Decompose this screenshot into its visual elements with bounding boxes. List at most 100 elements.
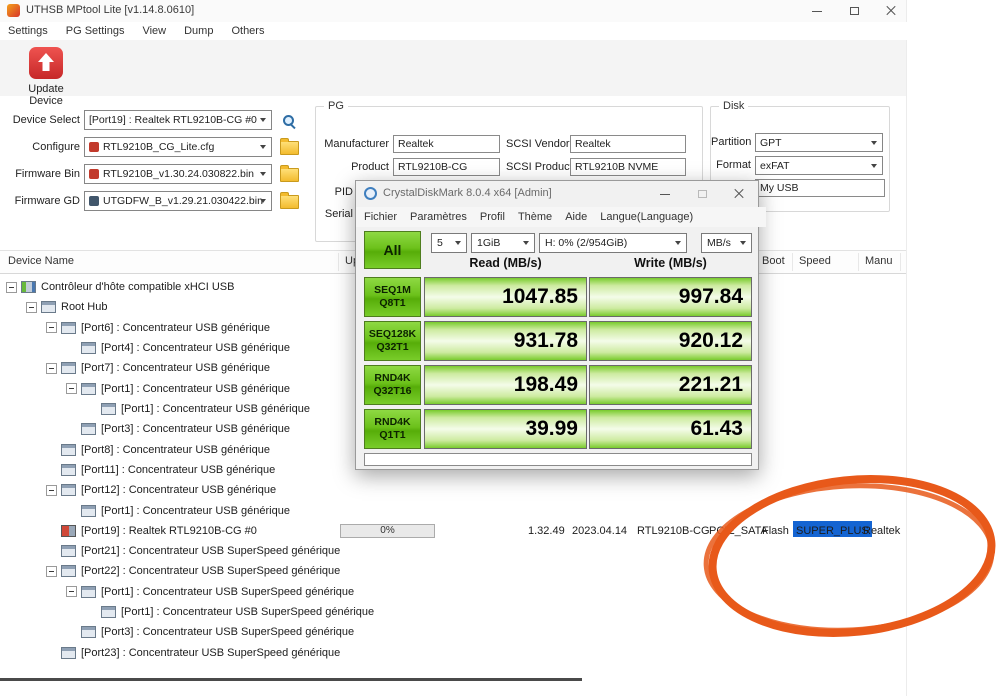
- cdm-write-value: 920.12: [589, 321, 752, 361]
- tree-item[interactable]: [Port12] : Concentrateur USB générique: [0, 480, 906, 500]
- cdm-write-value: 221.21: [589, 365, 752, 405]
- usb-hub-icon: [81, 423, 96, 435]
- tree-item[interactable]: [Port1] : Concentrateur USB générique: [0, 501, 906, 521]
- usb-hub-icon: [61, 444, 76, 456]
- tree-item[interactable]: [Port21] : Concentrateur USB SuperSpeed …: [0, 541, 906, 561]
- mode-value: PCIE_SATA: [709, 521, 768, 541]
- cdm-menubar: Fichier Paramètres Profil Thème Aide Langue(L…: [356, 207, 766, 227]
- usb-controller-icon: [21, 281, 36, 293]
- collapse-toggle-icon[interactable]: [66, 586, 77, 597]
- browse-firmware-gd-button[interactable]: [277, 191, 301, 213]
- search-device-button[interactable]: [276, 109, 300, 131]
- cdm-comment-input[interactable]: [364, 453, 752, 466]
- firmware-bin-value: RTL9210B_v1.30.24.030822.bin: [103, 168, 268, 180]
- cdm-menu-item-aide[interactable]: Aide: [565, 211, 587, 223]
- disk-group-title: Disk: [719, 100, 748, 112]
- folder-icon: [280, 195, 299, 209]
- cdm-test-button-rnd4k-q1t1[interactable]: RND4KQ1T1: [364, 409, 421, 449]
- firmware-bin-combo[interactable]: RTL9210B_v1.30.24.030822.bin: [84, 164, 272, 184]
- cdm-loops-combo[interactable]: 5: [431, 233, 467, 253]
- cdm-close-button[interactable]: [722, 183, 756, 205]
- scsi-product-field[interactable]: RTL9210B NVME: [570, 158, 686, 176]
- search-icon: [283, 115, 294, 126]
- browse-configure-button[interactable]: [277, 137, 301, 159]
- chevron-down-icon: [260, 199, 266, 203]
- minimize-button[interactable]: [800, 0, 834, 22]
- format-combo[interactable]: exFAT: [755, 156, 883, 175]
- cdm-test-button-rnd4k-q32t16[interactable]: RND4KQ32T16: [364, 365, 421, 405]
- cdm-read-value: 931.78: [424, 321, 587, 361]
- usb-hub-icon: [81, 626, 96, 638]
- cdm-maximize-button[interactable]: [685, 183, 719, 205]
- maximize-button[interactable]: [837, 0, 871, 22]
- column-boot[interactable]: Boot: [762, 255, 785, 267]
- cdm-target-combo[interactable]: H: 0% (2/954GiB): [539, 233, 687, 253]
- cdm-size-combo[interactable]: 1GiB: [471, 233, 535, 253]
- close-button[interactable]: [874, 0, 908, 22]
- cdm-minimize-button[interactable]: [648, 183, 682, 205]
- tree-item[interactable]: [Port1] : Concentrateur USB SuperSpeed g…: [0, 582, 906, 602]
- collapse-toggle-icon[interactable]: [46, 322, 57, 333]
- scsi-vendor-field[interactable]: Realtek: [570, 135, 686, 153]
- firmware-gd-combo[interactable]: UTGDFW_B_v1.29.21.030422.bin: [84, 191, 272, 211]
- usb-hub-icon: [61, 362, 76, 374]
- fw-version-value: 1.32.49: [528, 521, 565, 541]
- cdm-menu-item-profil[interactable]: Profil: [480, 211, 505, 223]
- column-manu[interactable]: Manu: [865, 255, 893, 267]
- column-speed[interactable]: Speed: [799, 255, 831, 267]
- collapse-toggle-icon[interactable]: [26, 302, 37, 313]
- collapse-toggle-icon[interactable]: [46, 485, 57, 496]
- horizontal-scrollbar[interactable]: [0, 678, 582, 681]
- menu-item-view[interactable]: View: [142, 25, 166, 37]
- product-field[interactable]: RTL9210B-CG: [393, 158, 500, 176]
- cdm-read-value: 198.49: [424, 365, 587, 405]
- cdm-all-button[interactable]: All: [364, 231, 421, 269]
- speed-badge: SUPER_PLUS: [793, 521, 872, 537]
- device-select-combo[interactable]: [Port19] : Realtek RTL9210B-CG #0: [84, 110, 272, 130]
- browse-firmware-bin-button[interactable]: [277, 164, 301, 186]
- menu-item-pg-settings[interactable]: PG Settings: [66, 25, 125, 37]
- device-select-label: Device Select: [0, 114, 80, 126]
- usb-hub-icon: [61, 647, 76, 659]
- cdm-target-value: H: 0% (2/954GiB): [545, 237, 627, 249]
- column-device-name[interactable]: Device Name: [8, 255, 74, 267]
- cdm-menu-item-fichier[interactable]: Fichier: [364, 211, 397, 223]
- cdm-test-button-seq1m-q8t1[interactable]: SEQ1MQ8T1: [364, 277, 421, 317]
- header-separator: [792, 253, 793, 271]
- menu-item-settings[interactable]: Settings: [8, 25, 48, 37]
- menu-item-others[interactable]: Others: [231, 25, 264, 37]
- tree-item[interactable]: [Port22] : Concentrateur USB SuperSpeed …: [0, 561, 906, 581]
- menu-item-dump[interactable]: Dump: [184, 25, 213, 37]
- cdm-menu-item-langue-language-[interactable]: Langue(Language): [600, 211, 693, 223]
- tree-item-label: [Port12] : Concentrateur USB générique: [81, 484, 276, 496]
- collapse-toggle-icon[interactable]: [46, 566, 57, 577]
- chevron-down-icon: [260, 145, 266, 149]
- update-device-button[interactable]: Update Device: [14, 46, 78, 94]
- tree-item-label: [Port3] : Concentrateur USB SuperSpeed g…: [101, 626, 354, 638]
- tree-item[interactable]: [Port1] : Concentrateur USB SuperSpeed g…: [0, 602, 906, 622]
- volume-label-field[interactable]: My USB: [755, 179, 885, 197]
- header-separator: [900, 253, 901, 271]
- collapse-toggle-icon[interactable]: [6, 282, 17, 293]
- manufacturer-field[interactable]: Realtek: [393, 135, 500, 153]
- chevron-down-icon: [675, 241, 681, 245]
- cdm-test-button-seq128k-q32t1[interactable]: SEQ128KQ32T1: [364, 321, 421, 361]
- folder-icon: [280, 141, 299, 155]
- usb-hub-icon: [81, 383, 96, 395]
- collapse-toggle-icon[interactable]: [66, 383, 77, 394]
- cdm-menu-item-param-tres[interactable]: Paramètres: [410, 211, 467, 223]
- cdm-unit-combo[interactable]: MB/s: [701, 233, 752, 253]
- update-device-icon: [29, 47, 63, 79]
- partition-combo[interactable]: GPT: [755, 133, 883, 152]
- vendor-value: Realtek: [863, 521, 900, 541]
- tree-item-label: [Port1] : Concentrateur USB générique: [121, 403, 310, 415]
- collapse-toggle-icon[interactable]: [46, 363, 57, 374]
- tree-item[interactable]: [Port3] : Concentrateur USB SuperSpeed g…: [0, 622, 906, 642]
- cdm-titlebar: CrystalDiskMark 8.0.4 x64 [Admin]: [356, 181, 758, 207]
- cdm-menu-item-th-me[interactable]: Thème: [518, 211, 552, 223]
- mptool-app-icon: [7, 4, 20, 17]
- tree-item-label: [Port23] : Concentrateur USB SuperSpeed …: [81, 647, 340, 659]
- configure-combo[interactable]: RTL9210B_CG_Lite.cfg: [84, 137, 272, 157]
- tree-item[interactable]: [Port23] : Concentrateur USB SuperSpeed …: [0, 643, 906, 663]
- tree-item-label: [Port1] : Concentrateur USB SuperSpeed g…: [121, 606, 374, 618]
